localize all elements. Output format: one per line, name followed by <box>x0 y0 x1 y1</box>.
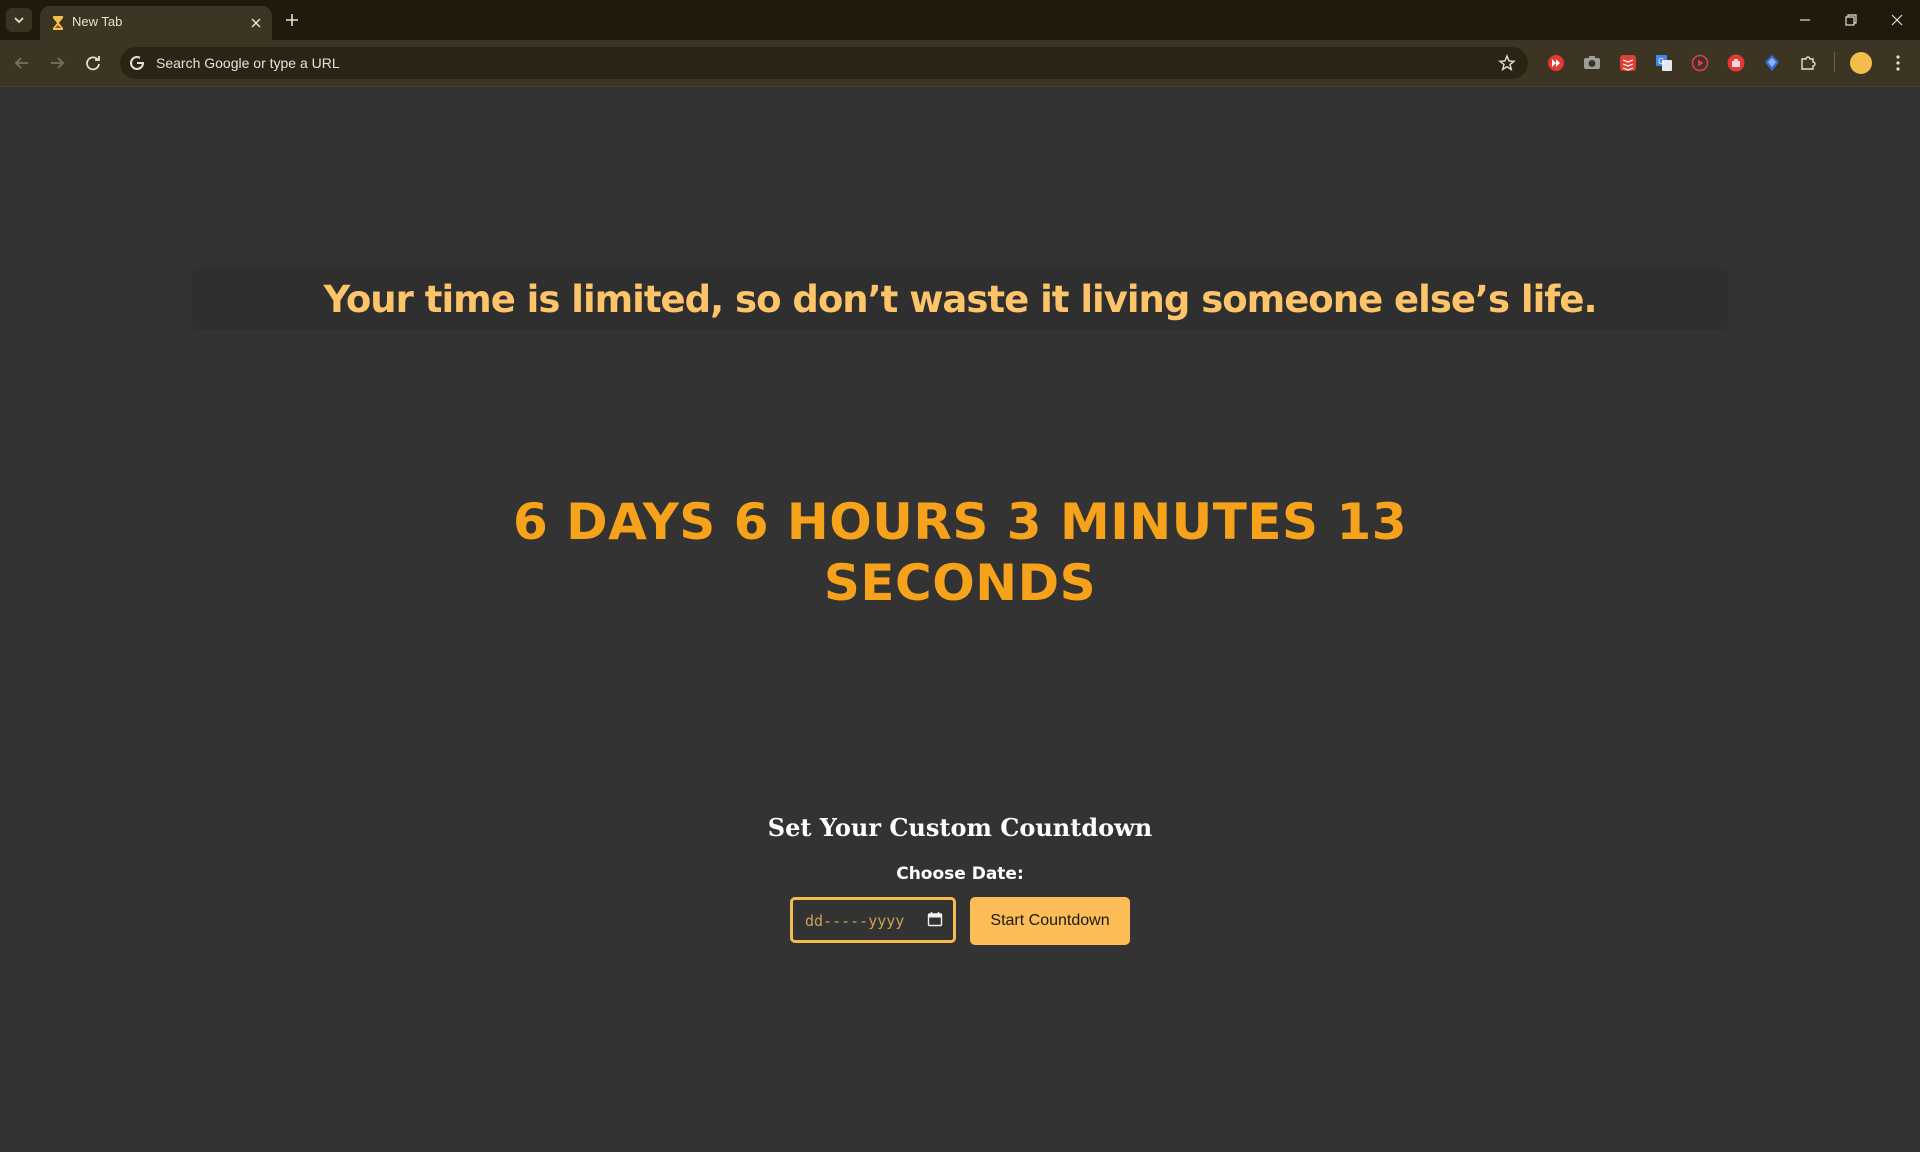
shield-icon[interactable] <box>1762 53 1782 73</box>
profile-avatar[interactable] <box>1850 52 1872 74</box>
forward-icon[interactable] <box>46 52 68 74</box>
google-icon <box>130 56 144 70</box>
countdown-line-2: SECONDS <box>823 554 1097 612</box>
hourglass-icon <box>53 16 63 30</box>
hand-stop-icon[interactable] <box>1726 53 1746 73</box>
countdown-display: 6 DAYS 6 HOURS 3 MINUTES 13 SECONDS <box>460 492 1460 614</box>
tab-new-tab[interactable]: New Tab <box>40 6 272 40</box>
tab-search-button[interactable] <box>6 8 32 32</box>
minimize-icon[interactable] <box>1795 10 1815 30</box>
video-speed-icon[interactable] <box>1546 53 1566 73</box>
screen-recorder-icon[interactable] <box>1690 53 1710 73</box>
translate-icon[interactable]: G <box>1654 53 1674 73</box>
chrome-divider <box>0 86 1920 87</box>
close-tab-icon[interactable] <box>248 15 264 31</box>
todoist-icon[interactable] <box>1618 53 1638 73</box>
calendar-icon[interactable] <box>927 911 943 927</box>
start-countdown-button[interactable]: Start Countdown <box>970 897 1130 945</box>
omnibox-placeholder: Search Google or type a URL <box>156 55 340 71</box>
chevron-down-icon <box>14 17 24 24</box>
restore-icon[interactable] <box>1841 10 1861 30</box>
bookmark-star-icon[interactable] <box>1498 54 1516 72</box>
reload-icon[interactable] <box>82 52 104 74</box>
countdown-line-1: 6 DAYS 6 HOURS 3 MINUTES 13 <box>512 493 1408 551</box>
puzzle-icon[interactable] <box>1798 53 1818 73</box>
browser-toolbar: Search Google or type a URL G <box>0 40 1920 86</box>
menu-dots-icon[interactable] <box>1888 52 1908 74</box>
svg-text:G: G <box>1658 57 1664 66</box>
omnibox[interactable]: Search Google or type a URL <box>120 47 1528 79</box>
close-window-icon[interactable] <box>1887 10 1907 30</box>
new-tab-icon[interactable] <box>282 10 302 30</box>
quote-banner: Your time is limited, so don’t waste it … <box>192 268 1728 330</box>
camera-icon[interactable] <box>1582 53 1602 73</box>
date-placeholder: dd-----yyyy <box>805 912 905 930</box>
custom-countdown-title: Set Your Custom Countdown <box>767 813 1153 842</box>
tab-title: New Tab <box>72 14 123 29</box>
tab-strip: New Tab <box>0 0 1920 40</box>
date-input[interactable]: dd-----yyyy <box>790 897 956 943</box>
quote-text: Your time is limited, so don’t waste it … <box>323 277 1597 321</box>
toolbar-divider <box>1834 52 1835 72</box>
choose-date-label: Choose Date: <box>896 864 1024 884</box>
back-icon[interactable] <box>11 52 33 74</box>
